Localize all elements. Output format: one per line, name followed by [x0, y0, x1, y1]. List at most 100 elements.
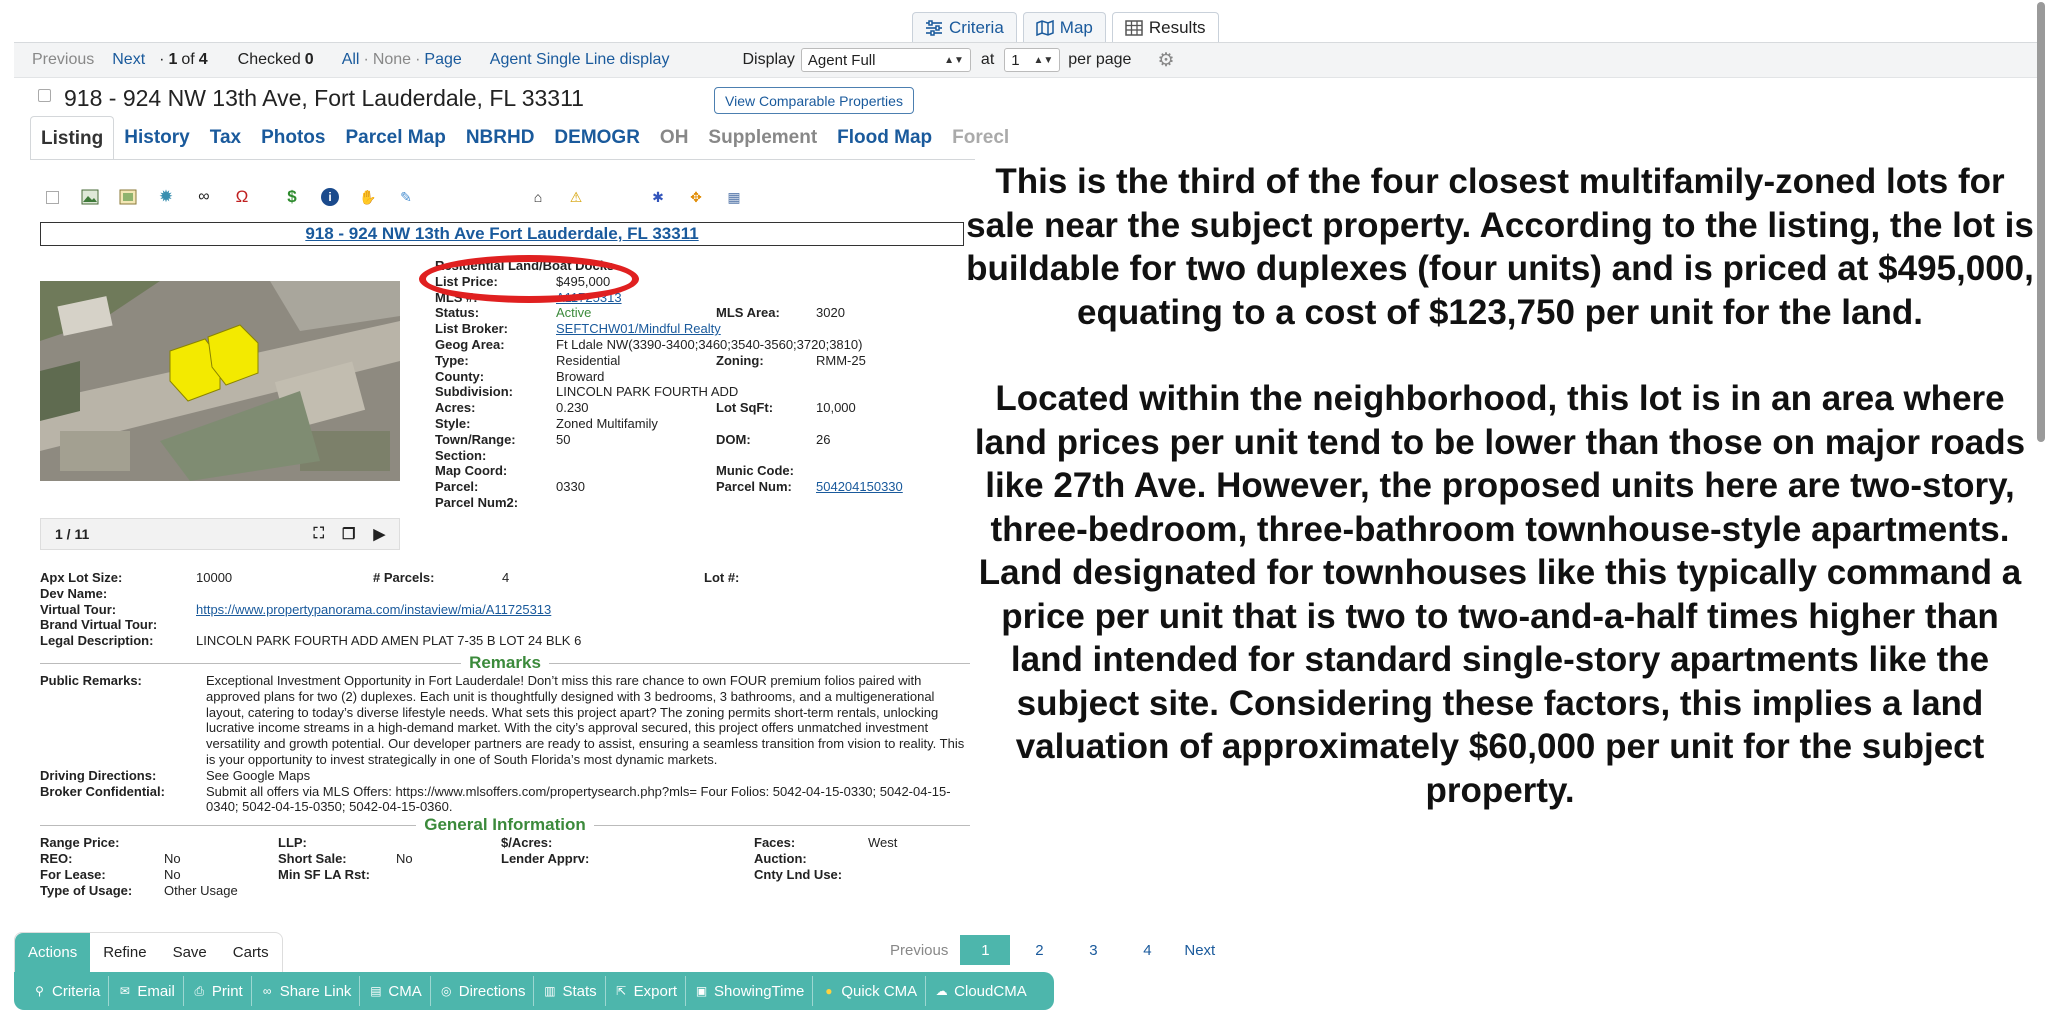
listing-lower-info: Apx Lot Size: 10000 # Parcels: 4 Lot #: Dev … — [40, 570, 970, 898]
agent-single-line-link[interactable]: Agent Single Line display — [490, 51, 670, 69]
tab-history[interactable]: History — [114, 116, 199, 160]
listing-title: 918 - 924 NW 13th Ave, Fort Lauderdale, … — [64, 85, 584, 111]
parcel-num2-label: Parcel Num2: — [435, 494, 519, 510]
stats-button[interactable]: ▥ Stats — [534, 976, 606, 1006]
scrollbar[interactable] — [2034, 0, 2048, 930]
auction-label: Auction: — [754, 850, 807, 866]
email-button[interactable]: ✉ Email — [109, 976, 184, 1006]
building-icon[interactable]: ▦ — [724, 187, 744, 207]
price-highlight-circle — [419, 255, 639, 303]
pager-next[interactable]: Next — [1184, 942, 1215, 959]
select-caret-icon: ▲▼ — [944, 54, 964, 66]
tab-parcel-map[interactable]: Parcel Map — [335, 116, 455, 160]
coin-icon: ● — [825, 984, 833, 998]
virtual-tour-link[interactable]: https://www.propertypanorama.com/instavi… — [196, 602, 551, 617]
tab-results-label: Results — [1148, 17, 1206, 37]
network-icon[interactable]: ✱ — [648, 187, 668, 207]
link-icon: ∞ — [262, 984, 272, 998]
checked-count: 0 — [304, 51, 314, 68]
info-icon[interactable]: i — [320, 187, 340, 207]
position-of: of — [181, 51, 195, 68]
photo-icon[interactable] — [80, 187, 100, 207]
pinwheel-icon[interactable]: ✥ — [686, 187, 706, 207]
style-value: Zoned Multifamily — [556, 415, 658, 431]
tab-flood-map[interactable]: Flood Map — [827, 116, 942, 160]
page-3[interactable]: 3 — [1068, 935, 1118, 965]
tab-criteria[interactable]: Criteria — [912, 12, 1017, 42]
next-link[interactable]: Next — [112, 51, 145, 69]
dollar-icon[interactable]: $ — [282, 187, 302, 207]
tab-listing[interactable]: Listing — [30, 116, 115, 160]
sliders-icon — [926, 19, 942, 36]
public-remarks-text: Exceptional Investment Opportunity in Fo… — [206, 672, 965, 767]
warning-icon[interactable]: ⚠ — [566, 187, 586, 207]
directions-button[interactable]: ◎ Directions — [431, 976, 535, 1006]
quick-cma-button[interactable]: ● Quick CMA — [813, 976, 927, 1006]
house-icon[interactable]: ⌂ — [528, 187, 548, 207]
tab-oh[interactable]: OH — [650, 116, 699, 160]
popout-icon[interactable]: ❐ — [342, 525, 355, 543]
gear-icon[interactable]: ⚙ — [1157, 49, 1174, 72]
tab-demogr[interactable]: DEMOGR — [544, 116, 650, 160]
tab-tax[interactable]: Tax — [200, 116, 251, 160]
cloudcma-button[interactable]: ☁ CloudCMA — [926, 976, 1035, 1006]
document-icon[interactable] — [118, 187, 138, 207]
tab-actions[interactable]: Actions — [15, 932, 91, 973]
page-2[interactable]: 2 — [1014, 935, 1064, 965]
tab-supplement[interactable]: Supplement — [698, 116, 827, 160]
tab-map[interactable]: Map — [1022, 12, 1106, 42]
address-link[interactable]: 918 - 924 NW 13th Ave Fort Lauderdale, F… — [305, 224, 698, 244]
zoning-label: Zoning: — [716, 352, 764, 368]
munic-code-label: Munic Code: — [716, 463, 794, 479]
dev-name-label: Dev Name: — [40, 585, 108, 601]
tab-photos[interactable]: Photos — [251, 116, 335, 160]
page-4[interactable]: 4 — [1122, 935, 1172, 965]
legal-value: LINCOLN PARK FOURTH ADD AMEN PLAT 7-35 B… — [196, 633, 582, 649]
subdivision-value: LINCOLN PARK FOURTH ADD — [556, 384, 739, 400]
export-button[interactable]: ⇱ Export — [606, 976, 686, 1006]
print-button[interactable]: ⎙ Print — [184, 976, 252, 1006]
apx-lot-label: Apx Lot Size: — [40, 570, 123, 585]
tab-nbrhd[interactable]: NBRHD — [456, 116, 545, 160]
previous-link[interactable]: Previous — [32, 51, 94, 69]
settings-wheel-icon[interactable]: ✹ — [156, 187, 176, 207]
display-select[interactable]: Agent Full ▲▼ — [800, 48, 971, 72]
for-lease-label: For Lease: — [40, 866, 106, 882]
criteria-button[interactable]: ⚲ Criteria — [24, 976, 110, 1006]
share-link-button[interactable]: ∞ Share Link — [252, 976, 361, 1006]
tab-refine[interactable]: Refine — [90, 933, 159, 973]
fullscreen-icon[interactable]: ⛶ — [313, 525, 324, 543]
select-checkbox-icon[interactable] — [42, 187, 62, 207]
tools-icon[interactable]: ✎ — [396, 187, 416, 207]
per-page-select[interactable]: 1 ▲▼ — [1004, 48, 1061, 72]
listing-checkbox[interactable] — [38, 89, 51, 102]
select-page-link[interactable]: Page — [424, 51, 461, 69]
general-info-heading: General Information — [40, 815, 970, 835]
view-comparable-button[interactable]: View Comparable Properties — [714, 87, 914, 114]
tab-forecl[interactable]: Forecl — [942, 116, 1019, 160]
checked-label: Checked — [237, 51, 301, 68]
broker-label: List Broker: — [435, 321, 508, 337]
lender-label: Lender Apprv: — [501, 850, 590, 866]
select-none-link[interactable]: None — [373, 51, 411, 69]
tab-carts[interactable]: Carts — [220, 933, 282, 973]
property-photo[interactable] — [40, 281, 400, 481]
parcel-num-link[interactable]: 504204150330 — [816, 479, 903, 494]
handshake-icon[interactable]: ✋ — [358, 187, 378, 207]
cnty-lnd-label: Cnty Lnd Use: — [754, 866, 843, 882]
tab-results[interactable]: Results — [1111, 12, 1219, 42]
next-photo-icon[interactable]: ▶ — [373, 525, 385, 543]
select-all-link[interactable]: All — [342, 51, 360, 69]
pager-previous[interactable]: Previous — [890, 942, 948, 959]
tab-map-label: Map — [1059, 17, 1093, 37]
tab-save[interactable]: Save — [160, 933, 220, 973]
link-icon[interactable]: ∞ — [194, 187, 214, 207]
action-tabs: Actions Refine Save Carts — [14, 932, 283, 973]
broker-link[interactable]: SEFTCHW01/Mindful Realty — [556, 321, 721, 336]
magnet-icon[interactable]: Ω — [232, 187, 252, 207]
mls-area-label: MLS Area: — [716, 305, 780, 321]
scrollbar-thumb[interactable] — [2037, 2, 2045, 442]
cma-button[interactable]: ▤ CMA — [360, 976, 431, 1006]
page-1[interactable]: 1 — [960, 935, 1011, 965]
showingtime-button[interactable]: ▣ ShowingTime — [686, 976, 814, 1006]
